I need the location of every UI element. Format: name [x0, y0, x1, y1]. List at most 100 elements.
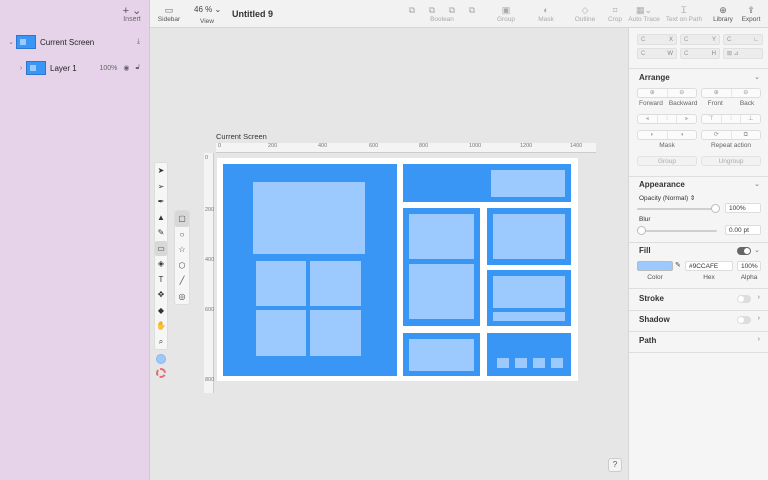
insert-button[interactable]: + ⌄ Insert	[118, 6, 146, 24]
eye-icon[interactable]: ◉	[123, 64, 129, 72]
group-button[interactable]: ▣ Group	[494, 4, 518, 23]
zoom-control[interactable]: 46 % ⌄	[194, 5, 221, 14]
align-bottom-icon[interactable]: ⊥	[741, 115, 760, 123]
duplicate-icon[interactable]: ⧉	[732, 131, 761, 139]
footer-placeholder[interactable]	[409, 339, 474, 371]
subtract-button[interactable]: ⧉	[422, 4, 442, 16]
header-placeholder[interactable]	[491, 170, 565, 197]
hero-image-placeholder[interactable]	[253, 182, 365, 254]
chevron-down-icon[interactable]: ⌄	[754, 180, 760, 188]
rectangle-tool-icon[interactable]: ▭	[155, 240, 167, 256]
eraser-icon[interactable]: ◆	[155, 303, 167, 319]
hero-block[interactable]	[223, 164, 397, 376]
text-on-path-button[interactable]: Ꮖ Text on Path	[664, 4, 704, 23]
chevron-right-icon[interactable]: ›	[16, 65, 26, 72]
stroke-toggle[interactable]	[737, 295, 751, 303]
fill-icon[interactable]: ◈	[155, 256, 167, 272]
mask-icon[interactable]: ◐	[638, 131, 668, 139]
hand-icon[interactable]: ✋	[155, 318, 167, 334]
align-middle-icon[interactable]: ⫶	[722, 115, 742, 123]
chevron-down-icon[interactable]: ⌄	[754, 73, 760, 81]
rotation-field[interactable]: C ∟	[723, 34, 763, 45]
dot-placeholder[interactable]	[515, 358, 527, 368]
blur-slider-knob[interactable]	[637, 226, 646, 235]
document-title[interactable]: Untitled 9	[232, 9, 273, 19]
spiral-icon[interactable]: ◎	[175, 289, 189, 305]
blur-value-field[interactable]: 0.00 pt	[725, 225, 761, 235]
stroke-color-swatch[interactable]	[156, 368, 166, 378]
layer-row-current-screen[interactable]: ⌄ Current Screen ⤓	[0, 32, 150, 52]
align-right-icon[interactable]: ⫸	[677, 115, 696, 123]
dot-placeholder[interactable]	[551, 358, 563, 368]
card-block[interactable]	[487, 270, 571, 326]
opacity-label[interactable]: Opacity (Normal) ⇕	[639, 194, 695, 202]
canvas[interactable]: Current Screen 0 200 400 600 800 1000 12…	[150, 28, 628, 480]
flip-field[interactable]: ⊠ ⊿	[723, 48, 763, 59]
card-placeholder[interactable]	[409, 264, 474, 319]
pen-icon[interactable]: ✒	[155, 194, 167, 210]
ellipse-icon[interactable]: ○	[175, 227, 189, 243]
fill-toggle[interactable]	[737, 247, 751, 255]
ungroup-button[interactable]: Ungroup	[701, 156, 761, 166]
vector-pen-icon[interactable]: ▲	[155, 210, 167, 226]
chevron-right-icon[interactable]: ›	[758, 315, 760, 322]
tile-placeholder[interactable]	[310, 310, 361, 356]
dot-placeholder[interactable]	[533, 358, 545, 368]
footer-block[interactable]	[487, 333, 571, 376]
auto-trace-button[interactable]: ▦⌄ Auto Trace	[626, 4, 662, 23]
export-button[interactable]: ⇪ Export	[738, 4, 764, 23]
union-button[interactable]: ⧉	[402, 4, 422, 16]
text-icon[interactable]: T	[155, 272, 167, 288]
chevron-right-icon[interactable]: ›	[758, 294, 760, 301]
crop-button[interactable]: ⌗ Crop	[604, 4, 626, 23]
front-button[interactable]: ⊕	[702, 89, 732, 97]
brush-icon[interactable]: ✎	[155, 225, 167, 241]
tile-placeholder[interactable]	[256, 310, 306, 356]
outline-button[interactable]: ◇ Outline	[570, 4, 600, 23]
select-arrow-icon[interactable]: ➤	[155, 163, 167, 179]
blur-slider[interactable]	[637, 226, 717, 235]
sidebar-toggle-button[interactable]: ▭ Sidebar	[156, 4, 182, 23]
help-button[interactable]: ?	[608, 458, 622, 472]
height-field[interactable]: CH	[680, 48, 720, 59]
artboard[interactable]	[217, 158, 578, 381]
fill-color-swatch[interactable]	[156, 354, 166, 364]
align-top-icon[interactable]: ⊤	[702, 115, 722, 123]
x-field[interactable]: CX	[637, 34, 677, 45]
unmask-icon[interactable]: ◑	[668, 131, 697, 139]
fill-color-swatch[interactable]	[637, 261, 673, 271]
footer-block[interactable]	[403, 333, 480, 376]
forward-button[interactable]: ⊕	[638, 89, 668, 97]
opacity-slider[interactable]	[637, 204, 720, 213]
export-icon[interactable]: ⤓	[137, 38, 140, 46]
align-left-icon[interactable]: ⫷	[638, 115, 658, 123]
card-placeholder[interactable]	[493, 276, 565, 308]
layer-row-layer-1[interactable]: › Layer 1 100% ◉ 🔓︎	[0, 58, 150, 78]
mask-button[interactable]: ◐ Mask	[534, 4, 558, 23]
column-block[interactable]	[403, 208, 480, 326]
lock-icon[interactable]: 🔓︎	[135, 64, 140, 72]
opacity-slider-knob[interactable]	[711, 204, 720, 213]
intersect-button[interactable]: ⧉	[442, 4, 462, 16]
width-field[interactable]: CW	[637, 48, 677, 59]
card-placeholder[interactable]	[493, 214, 565, 259]
rectangle-shape-icon[interactable]: ▢	[175, 211, 189, 227]
dot-placeholder[interactable]	[497, 358, 509, 368]
chevron-down-icon[interactable]: ⌄	[754, 246, 760, 254]
line-icon[interactable]: ╱	[175, 273, 189, 289]
zoom-icon[interactable]: ⌕	[155, 334, 167, 350]
move-icon[interactable]: ✥	[155, 287, 167, 303]
tile-placeholder[interactable]	[256, 261, 306, 306]
fill-hex-field[interactable]: #9CCAFE	[685, 261, 733, 271]
back-button[interactable]: ⊖	[732, 89, 761, 97]
shadow-toggle[interactable]	[737, 316, 751, 324]
header-block[interactable]	[403, 164, 571, 202]
artboard-label[interactable]: Current Screen	[216, 132, 267, 141]
opacity-value-field[interactable]: 100%	[725, 203, 761, 213]
polygon-icon[interactable]: ⬡	[175, 258, 189, 274]
bar-placeholder[interactable]	[493, 312, 565, 321]
difference-button[interactable]: ⧉	[462, 4, 482, 16]
card-placeholder[interactable]	[409, 214, 474, 259]
direct-select-icon[interactable]: ➢	[155, 179, 167, 195]
chevron-down-icon[interactable]: ⌄	[6, 38, 16, 46]
